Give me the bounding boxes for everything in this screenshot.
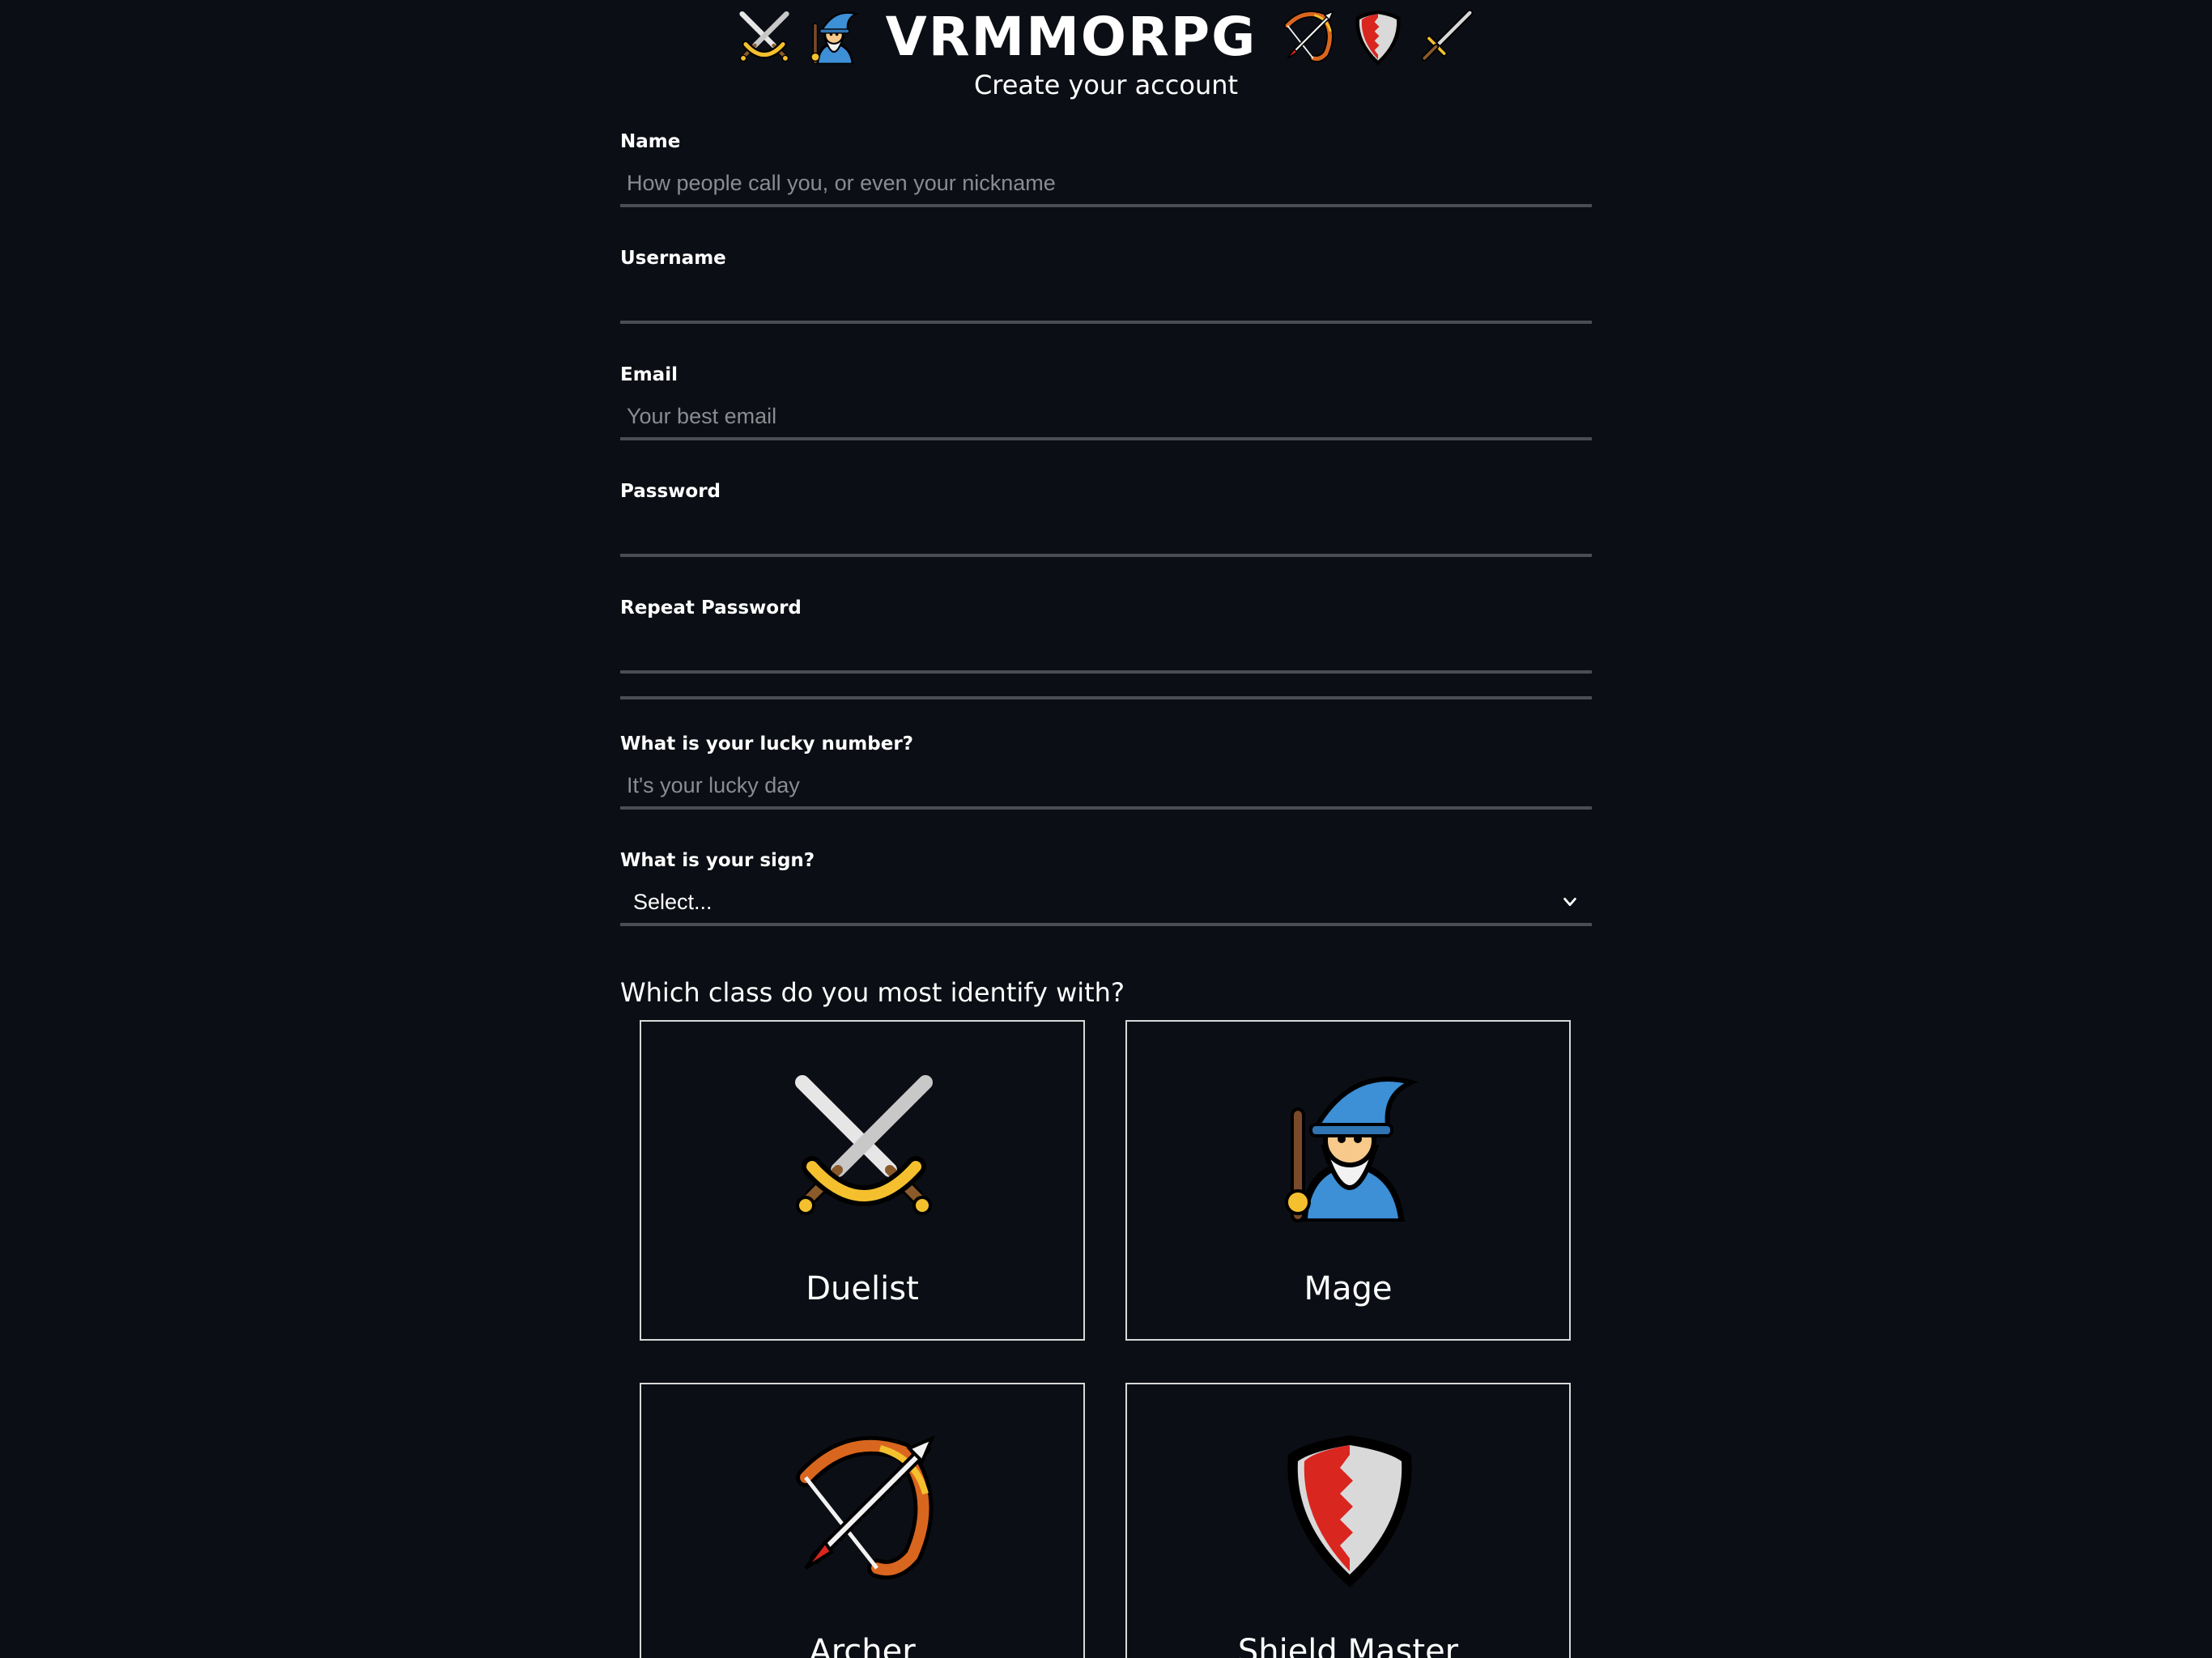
class-card-archer[interactable]: Archer xyxy=(640,1383,1085,1658)
class-card-mage[interactable]: Mage xyxy=(1125,1020,1571,1341)
repeat-password-field-group: Repeat Password xyxy=(620,588,1592,704)
repeat-password-label: Repeat Password xyxy=(620,597,802,619)
password-input[interactable] xyxy=(620,512,1592,557)
class-card-shield-master[interactable]: Shield Master xyxy=(1125,1383,1571,1658)
class-question-heading: Which class do you most identify with? xyxy=(620,977,1125,1008)
class-card-duelist[interactable]: Duelist xyxy=(640,1020,1085,1341)
class-card-label: Archer xyxy=(809,1633,916,1658)
lucky-number-input[interactable] xyxy=(620,764,1592,810)
signup-page: VRMMORPG Create your account Name Userna… xyxy=(0,0,2212,1658)
password-field-group: Password xyxy=(620,471,1592,588)
signup-form: Name Username Email Password Repeat Pass… xyxy=(620,121,1592,1025)
chevron-down-icon xyxy=(1563,897,1576,907)
username-input[interactable] xyxy=(620,278,1592,324)
mage-icon xyxy=(1269,1066,1431,1228)
username-field-group: Username xyxy=(620,238,1592,355)
bow-and-arrow-icon xyxy=(1279,8,1338,66)
class-card-label: Shield Master xyxy=(1237,1633,1459,1658)
repeat-password-input[interactable] xyxy=(620,628,1592,674)
lucky-number-field-group: What is your lucky number? xyxy=(620,724,1592,840)
name-field-group: Name xyxy=(620,121,1592,238)
bow-and-arrow-icon xyxy=(783,1429,945,1591)
name-input[interactable] xyxy=(620,162,1592,207)
sign-label: What is your sign? xyxy=(620,850,815,871)
email-label: Email xyxy=(620,364,678,385)
dagger-icon xyxy=(1419,8,1477,66)
crossed-swords-icon xyxy=(735,8,793,66)
shield-icon xyxy=(1349,8,1407,66)
crossed-swords-icon xyxy=(783,1066,945,1228)
mage-icon xyxy=(805,8,863,66)
username-label: Username xyxy=(620,248,726,269)
lucky-number-label: What is your lucky number? xyxy=(620,733,914,755)
title-row: VRMMORPG xyxy=(0,3,2212,71)
class-card-label: Duelist xyxy=(806,1270,919,1307)
sign-select-value: Select... xyxy=(633,889,713,914)
shield-icon xyxy=(1269,1429,1431,1591)
sign-field-group: What is your sign? Select... xyxy=(620,840,1592,957)
email-field-group: Email xyxy=(620,355,1592,471)
name-label: Name xyxy=(620,131,681,152)
app-title: VRMMORPG xyxy=(885,6,1257,68)
password-label: Password xyxy=(620,481,721,502)
email-input[interactable] xyxy=(620,395,1592,440)
sign-select[interactable]: Select... xyxy=(620,881,1592,926)
page-subtitle: Create your account xyxy=(973,70,1239,100)
class-card-label: Mage xyxy=(1304,1270,1393,1307)
